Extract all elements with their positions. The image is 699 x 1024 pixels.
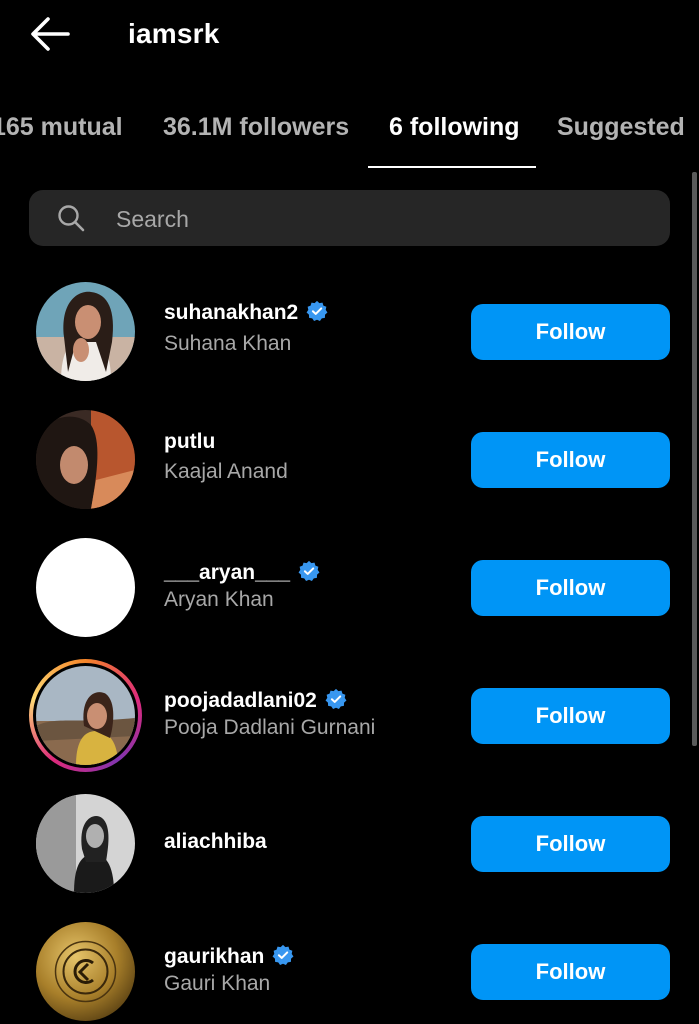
- username[interactable]: aliachhiba: [164, 830, 267, 854]
- back-arrow-icon[interactable]: [28, 14, 72, 54]
- tab-suggested[interactable]: Suggested: [557, 110, 685, 144]
- follow-button[interactable]: Follow: [471, 688, 670, 744]
- full-name: Suhana Khan: [164, 332, 292, 355]
- search-bar[interactable]: [29, 190, 670, 246]
- verified-badge-icon: [272, 944, 294, 965]
- list-item[interactable]: poojadadlani02 Pooja Dadlani Gurnani Fol…: [0, 644, 699, 772]
- username[interactable]: suhanakhan2: [164, 300, 328, 325]
- follow-button[interactable]: Follow: [471, 560, 670, 616]
- full-name: Pooja Dadlani Gurnani: [164, 716, 376, 739]
- list-item[interactable]: suhanakhan2 Suhana Khan Follow: [0, 260, 699, 381]
- tab-following[interactable]: 6 following: [389, 110, 520, 144]
- full-name: Aryan Khan: [164, 588, 274, 611]
- verified-badge-icon: [298, 560, 320, 581]
- avatar[interactable]: [36, 922, 135, 1021]
- tab-bar: 165 mutual 36.1M followers 6 following S…: [0, 100, 699, 170]
- tab-followers[interactable]: 36.1M followers: [163, 110, 349, 144]
- list-item[interactable]: aliachhiba Follow: [0, 772, 699, 893]
- avatar: [36, 666, 135, 765]
- avatar[interactable]: [36, 794, 135, 893]
- username[interactable]: poojadadlani02: [164, 688, 347, 713]
- verified-badge-icon: [325, 688, 347, 709]
- username[interactable]: ___aryan___: [164, 560, 320, 585]
- username[interactable]: gaurikhan: [164, 944, 294, 969]
- list-item[interactable]: gaurikhan Gauri Khan Follow: [0, 900, 699, 1021]
- search-icon: [58, 205, 85, 232]
- follow-button[interactable]: Follow: [471, 816, 670, 872]
- follow-button[interactable]: Follow: [471, 304, 670, 360]
- follow-button[interactable]: Follow: [471, 944, 670, 1000]
- username[interactable]: putlu: [164, 430, 215, 454]
- full-name: Kaajal Anand: [164, 460, 288, 483]
- avatar[interactable]: [36, 282, 135, 381]
- avatar[interactable]: [36, 538, 135, 637]
- full-name: Gauri Khan: [164, 972, 271, 995]
- active-tab-indicator: [368, 166, 536, 168]
- profile-title: iamsrk: [128, 18, 220, 49]
- follow-button[interactable]: Follow: [471, 432, 670, 488]
- list-item[interactable]: ___aryan___ Aryan Khan Follow: [0, 516, 699, 637]
- search-input[interactable]: [114, 200, 638, 238]
- tab-mutual[interactable]: 165 mutual: [0, 110, 123, 144]
- verified-badge-icon: [306, 300, 328, 321]
- list-item[interactable]: putlu Kaajal Anand Follow: [0, 388, 699, 509]
- top-bar: iamsrk: [0, 0, 699, 72]
- avatar-story-ring[interactable]: [29, 659, 142, 772]
- avatar[interactable]: [36, 410, 135, 509]
